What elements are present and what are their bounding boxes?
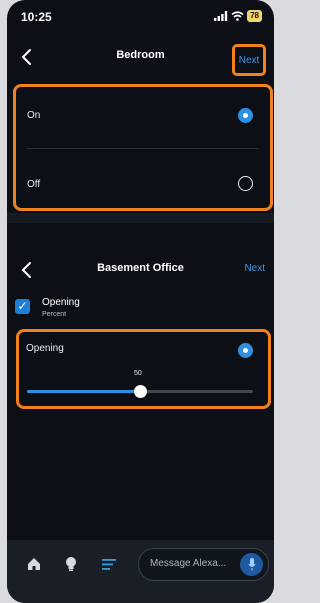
bottom-nav-bar: Message Alexa... xyxy=(7,540,274,603)
opening-option-radio[interactable] xyxy=(238,343,253,358)
divider xyxy=(27,148,259,149)
phone-screen: 10:25 78 Bedroom Next On Off Basement Of… xyxy=(7,0,274,603)
option-off-radio[interactable] xyxy=(238,176,253,191)
status-bar: 10:25 78 xyxy=(21,10,262,28)
option-off-label: Off xyxy=(27,179,41,190)
opening-checkbox[interactable]: ✓ xyxy=(15,299,30,314)
next-button[interactable]: Next xyxy=(232,44,266,76)
menu-icon[interactable] xyxy=(102,559,116,570)
mic-button[interactable] xyxy=(240,553,263,576)
slider-fill xyxy=(27,390,140,393)
lightbulb-icon[interactable] xyxy=(65,556,77,572)
opening-option-label: Opening xyxy=(26,343,64,354)
mic-icon xyxy=(247,558,256,571)
message-placeholder: Message Alexa... xyxy=(150,558,227,569)
option-on-radio[interactable] xyxy=(238,108,253,123)
status-time: 10:25 xyxy=(21,10,52,24)
checkbox-sublabel: Percent xyxy=(42,311,67,318)
home-icon[interactable] xyxy=(27,557,41,571)
message-alexa-input[interactable]: Message Alexa... xyxy=(138,548,269,581)
slider-thumb[interactable] xyxy=(134,385,147,398)
next-link[interactable]: Next xyxy=(244,263,265,274)
section-title: Basement Office xyxy=(97,262,184,274)
slider-value: 50 xyxy=(134,370,142,377)
checkbox-label: Opening xyxy=(42,297,80,308)
wifi-icon xyxy=(231,11,244,21)
option-on-label: On xyxy=(27,110,41,121)
second-header: Basement Office Next xyxy=(7,257,274,283)
section-separator xyxy=(7,213,274,223)
option-off[interactable]: Off xyxy=(16,167,270,199)
power-options-group: On Off xyxy=(13,84,273,211)
battery-indicator: 78 xyxy=(247,10,262,22)
opening-slider[interactable] xyxy=(27,385,253,398)
cellular-signal-icon xyxy=(214,11,228,21)
status-icons: 78 xyxy=(214,10,262,22)
option-on[interactable]: On xyxy=(16,102,270,134)
